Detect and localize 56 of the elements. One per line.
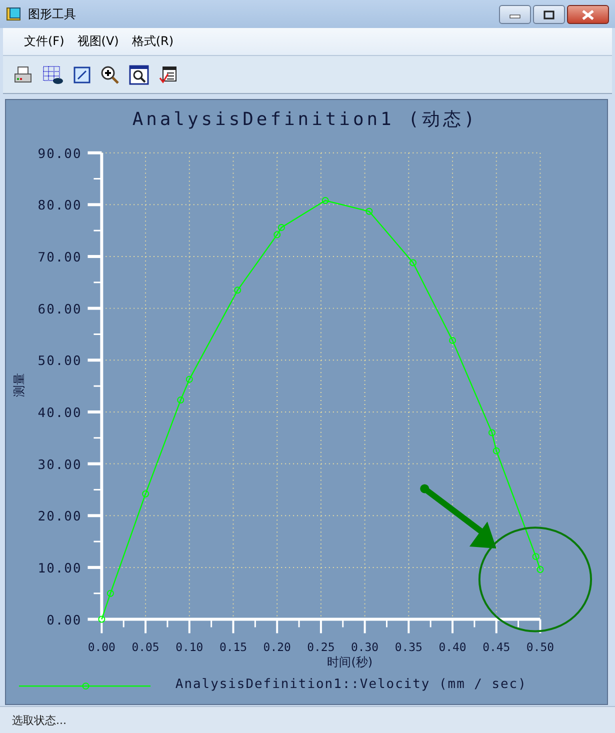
data-point	[106, 590, 114, 597]
data-point	[366, 208, 373, 215]
data-point	[186, 376, 193, 383]
y-tick-label: 90.00	[38, 146, 82, 162]
edit-icon[interactable]	[73, 66, 91, 84]
y-tick-label: 40.00	[38, 406, 82, 421]
close-icon	[581, 10, 595, 20]
y-tick-label: 30.00	[38, 458, 82, 473]
x-tick-label: 0.20	[263, 640, 291, 654]
printer-icon[interactable]	[13, 64, 33, 84]
data-point	[492, 447, 500, 454]
menu-item[interactable]: 格式(R)	[132, 33, 174, 50]
data-point	[449, 336, 456, 344]
y-tick-label: 10.00	[38, 561, 82, 576]
x-tick-label: 0.10	[176, 640, 204, 654]
window-title: 图形工具	[28, 6, 76, 22]
data-point	[532, 553, 540, 560]
y-tick-label: 50.00	[38, 354, 82, 370]
legend-label: AnalysisDefinition1::Velocity (mm / sec)	[175, 677, 527, 692]
checklist-icon[interactable]	[158, 64, 178, 84]
y-tick-label: 60.00	[38, 302, 82, 318]
y-tick-label: 20.00	[38, 510, 82, 525]
x-tick-label: 0.25	[307, 640, 335, 654]
x-tick-label: 0.50	[526, 640, 554, 654]
data-point	[142, 490, 150, 498]
status-text: 选取状态...	[12, 712, 66, 728]
zoom-window-icon[interactable]	[129, 64, 149, 84]
data-point	[177, 396, 184, 404]
y-tick-label: 80.00	[38, 198, 82, 214]
menu-item[interactable]: 视图(V)	[77, 33, 119, 50]
data-point	[536, 566, 544, 574]
data-point	[410, 259, 417, 266]
x-tick-label: 0.40	[438, 640, 466, 654]
x-tick-label: 0.05	[132, 640, 160, 654]
chart-title: AnalysisDefinition1 (动态)	[132, 108, 478, 130]
close-button[interactable]	[567, 5, 609, 24]
window-icon	[6, 6, 22, 22]
data-point	[98, 616, 106, 623]
x-tick-label: 0.35	[394, 640, 422, 654]
x-tick-label: 0.45	[482, 640, 510, 654]
x-tick-label: 0.15	[219, 640, 248, 654]
data-point	[234, 286, 242, 294]
y-tick-label: 70.00	[38, 250, 82, 266]
x-tick-label: 0.30	[351, 640, 379, 654]
menu-item[interactable]: 文件(F)	[24, 33, 64, 50]
x-tick-label: 0.00	[88, 640, 116, 654]
minimize-button[interactable]	[499, 5, 531, 24]
data-point	[488, 429, 496, 436]
zoom-in-icon[interactable]	[100, 64, 120, 84]
y-axis-label: 测量	[12, 373, 26, 398]
y-tick-label: 0.00	[46, 613, 82, 628]
grid-eye-icon[interactable]	[42, 64, 64, 84]
data-point	[322, 197, 329, 204]
x-axis-label: 时间(秒)	[327, 655, 373, 670]
restore-icon	[543, 10, 555, 20]
maximize-button[interactable]	[533, 5, 565, 24]
